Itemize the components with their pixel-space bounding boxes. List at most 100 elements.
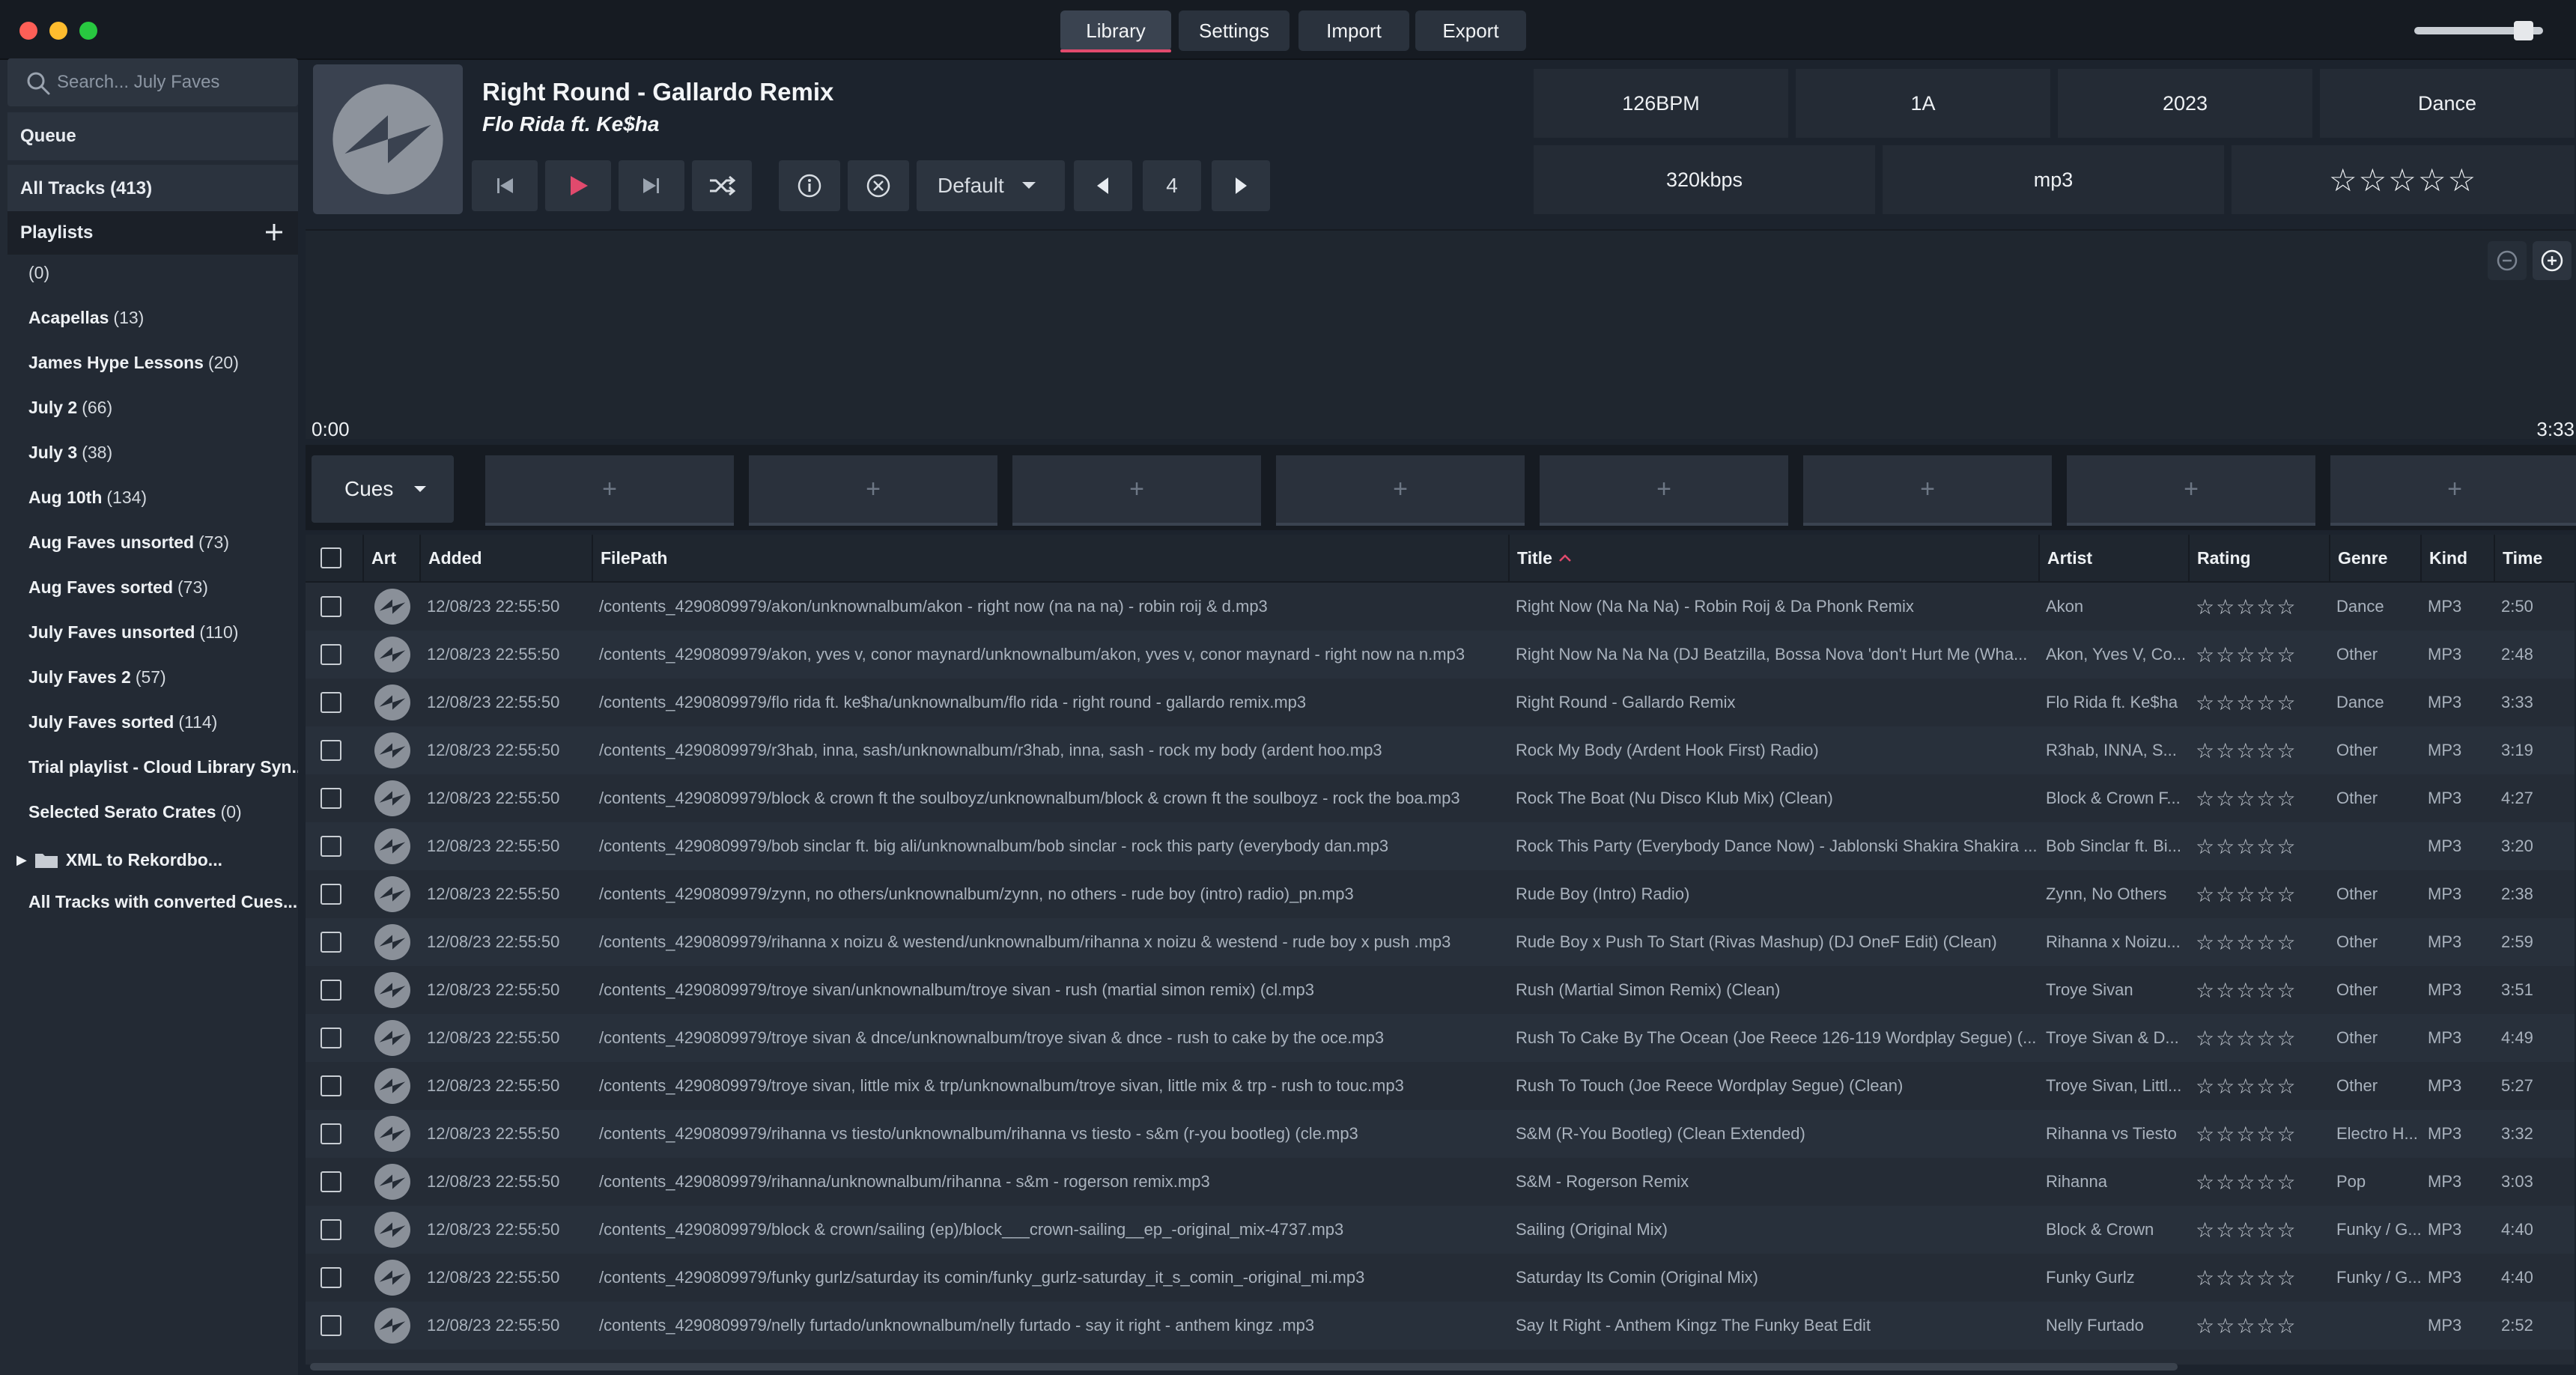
sidebar-playlist-item[interactable]: July Faves sorted (114)	[28, 699, 298, 744]
sidebar-playlist-item[interactable]: Acapellas (13)	[28, 295, 298, 340]
row-checkbox[interactable]	[321, 1028, 341, 1048]
row-checkbox[interactable]	[321, 1219, 341, 1240]
sidebar-playlist-item[interactable]: James Hype Lessons (20)	[28, 340, 298, 385]
table-row[interactable]: 12/08/23 22:55:50/contents_4290809979/ri…	[306, 1158, 2575, 1206]
row-checkbox[interactable]	[321, 932, 341, 953]
zoom-window-button[interactable]	[79, 22, 97, 40]
zoom-out-button[interactable]	[2488, 241, 2527, 280]
column-time[interactable]: Time	[2494, 535, 2575, 581]
cell-rating[interactable]: ☆☆☆☆☆	[2188, 918, 2329, 966]
cell-rating[interactable]: ☆☆☆☆☆	[2188, 1110, 2329, 1158]
loop-decrease-button[interactable]	[1074, 160, 1132, 211]
sidebar-playlist-item[interactable]: Selected Serato Crates (0)	[28, 789, 298, 834]
cell-rating[interactable]: ☆☆☆☆☆	[2188, 1254, 2329, 1302]
add-cue-slot[interactable]: +	[2330, 455, 2576, 526]
add-cue-slot[interactable]: +	[2067, 455, 2315, 526]
row-checkbox[interactable]	[321, 1267, 341, 1288]
row-checkbox[interactable]	[321, 596, 341, 617]
rating-stars[interactable]: ☆☆☆☆☆	[2232, 145, 2575, 214]
close-window-button[interactable]	[19, 22, 37, 40]
table-row[interactable]: 12/08/23 22:55:50/contents_4290809979/tr…	[306, 1014, 2575, 1062]
tab-settings[interactable]: Settings	[1179, 10, 1289, 51]
table-row[interactable]: 12/08/23 22:55:50/contents_4290809979/tr…	[306, 966, 2575, 1014]
cell-rating[interactable]: ☆☆☆☆☆	[2188, 1014, 2329, 1062]
cell-rating[interactable]: ☆☆☆☆☆	[2188, 679, 2329, 726]
table-row[interactable]: 12/08/23 22:55:50/contents_4290809979/ri…	[306, 1110, 2575, 1158]
clear-button[interactable]	[848, 160, 909, 211]
loop-increase-button[interactable]	[1212, 160, 1270, 211]
row-checkbox[interactable]	[321, 1315, 341, 1336]
cell-rating[interactable]: ☆☆☆☆☆	[2188, 870, 2329, 918]
row-checkbox[interactable]	[321, 1075, 341, 1096]
add-cue-slot[interactable]: +	[1540, 455, 1788, 526]
column-rating[interactable]: Rating	[2188, 535, 2329, 581]
play-button[interactable]	[545, 160, 611, 211]
sidebar-playlist-item[interactable]: Aug 10th (134)	[28, 475, 298, 520]
cell-rating[interactable]: ☆☆☆☆☆	[2188, 726, 2329, 774]
table-row[interactable]: 12/08/23 22:55:50/contents_4290809979/ri…	[306, 918, 2575, 966]
cell-rating[interactable]: ☆☆☆☆☆	[2188, 1302, 2329, 1350]
sidebar-playlist-item[interactable]: July Faves unsorted (110)	[28, 610, 298, 655]
sidebar-playlist-item[interactable]: (0)	[28, 250, 298, 295]
tab-export[interactable]: Export	[1415, 10, 1526, 51]
disclosure-triangle-icon[interactable]: ▶	[16, 852, 27, 868]
column-kind[interactable]: Kind	[2420, 535, 2494, 581]
row-checkbox[interactable]	[321, 884, 341, 905]
previous-track-button[interactable]	[472, 160, 538, 211]
next-track-button[interactable]	[619, 160, 684, 211]
add-cue-slot[interactable]: +	[749, 455, 997, 526]
add-cue-slot[interactable]: +	[1803, 455, 2052, 526]
track-info-button[interactable]	[779, 160, 840, 211]
table-row[interactable]: 12/08/23 22:55:50/contents_4290809979/bl…	[306, 774, 2575, 822]
column-title[interactable]: Title	[1508, 535, 2038, 581]
zoom-in-button[interactable]	[2533, 241, 2572, 280]
table-row[interactable]: 12/08/23 22:55:50/contents_4290809979/zy…	[306, 870, 2575, 918]
row-checkbox[interactable]	[321, 1171, 341, 1192]
table-row[interactable]: 12/08/23 22:55:50/contents_4290809979/bo…	[306, 822, 2575, 870]
column-artist[interactable]: Artist	[2038, 535, 2188, 581]
cell-rating[interactable]: ☆☆☆☆☆	[2188, 822, 2329, 870]
tab-import[interactable]: Import	[1298, 10, 1409, 51]
table-row[interactable]: 12/08/23 22:55:50/contents_4290809979/tr…	[306, 1062, 2575, 1110]
sidebar-playlist-item[interactable]: July Faves 2 (57)	[28, 655, 298, 699]
row-checkbox[interactable]	[321, 692, 341, 713]
sidebar-playlist-item[interactable]: July 3 (38)	[28, 430, 298, 475]
search-input[interactable]: Search... July Faves	[7, 58, 298, 106]
row-checkbox[interactable]	[321, 1123, 341, 1144]
row-checkbox[interactable]	[321, 788, 341, 809]
column-filepath[interactable]: FilePath	[592, 535, 1068, 581]
add-cue-slot[interactable]: +	[485, 455, 734, 526]
sidebar-item-queue[interactable]: Queue	[7, 112, 298, 160]
mode-dropdown[interactable]: Default	[917, 160, 1065, 211]
sidebar-playlist-item[interactable]: Aug Faves sorted (73)	[28, 565, 298, 610]
row-checkbox[interactable]	[321, 740, 341, 761]
tab-library[interactable]: Library	[1060, 10, 1171, 52]
sidebar-playlist-item[interactable]: July 2 (66)	[28, 385, 298, 430]
minimize-window-button[interactable]	[49, 22, 67, 40]
cell-rating[interactable]: ☆☆☆☆☆	[2188, 631, 2329, 679]
cell-rating[interactable]: ☆☆☆☆☆	[2188, 966, 2329, 1014]
row-checkbox[interactable]	[321, 980, 341, 1001]
add-cue-slot[interactable]: +	[1012, 455, 1261, 526]
add-playlist-icon[interactable]	[264, 222, 285, 243]
cell-rating[interactable]: ☆☆☆☆☆	[2188, 774, 2329, 822]
table-row[interactable]: 12/08/23 22:55:50/contents_4290809979/fl…	[306, 679, 2575, 726]
cell-rating[interactable]: ☆☆☆☆☆	[2188, 1158, 2329, 1206]
sidebar-folder-xml[interactable]: ▶ XML to Rekordbo...	[16, 837, 286, 882]
shuffle-button[interactable]	[692, 160, 752, 211]
cell-rating[interactable]: ☆☆☆☆☆	[2188, 1206, 2329, 1254]
cell-rating[interactable]: ☆☆☆☆☆	[2188, 583, 2329, 631]
table-row[interactable]: 12/08/23 22:55:50/contents_4290809979/bl…	[306, 1206, 2575, 1254]
sidebar-item-converted-cues[interactable]: All Tracks with converted Cues...	[28, 879, 298, 924]
table-row[interactable]: 12/08/23 22:55:50/contents_4290809979/ak…	[306, 631, 2575, 679]
horizontal-scrollbar[interactable]	[310, 1363, 2178, 1371]
cues-dropdown[interactable]: Cues	[312, 455, 454, 523]
column-added[interactable]: Added	[419, 535, 589, 581]
row-checkbox[interactable]	[321, 644, 341, 665]
select-all-checkbox[interactable]	[321, 547, 341, 568]
table-row[interactable]: 12/08/23 22:55:50/contents_4290809979/ak…	[306, 583, 2575, 631]
column-genre[interactable]: Genre	[2329, 535, 2420, 581]
add-cue-slot[interactable]: +	[1276, 455, 1525, 526]
sidebar-playlist-item[interactable]: Trial playlist - Cloud Library Syn...	[28, 744, 298, 789]
table-row[interactable]: 12/08/23 22:55:50/contents_4290809979/fu…	[306, 1254, 2575, 1302]
